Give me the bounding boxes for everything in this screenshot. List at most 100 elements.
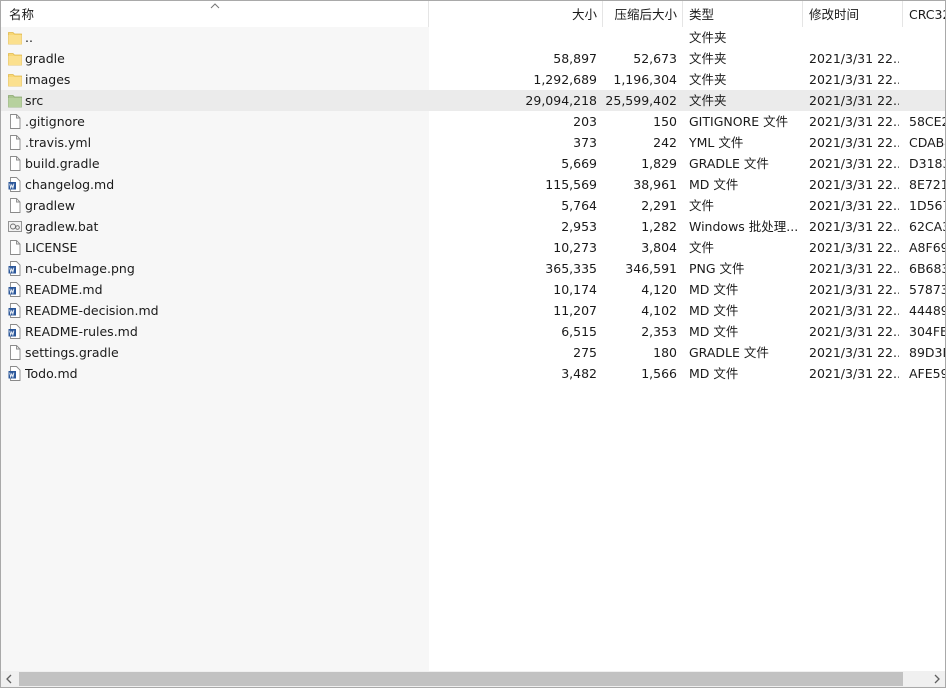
file-row[interactable]: README-rules.md 6,515 2,353 MD 文件 2021/3/31 … (1, 321, 945, 342)
file-name: README-rules.md (25, 324, 138, 339)
file-size: 29,094,218 (525, 93, 597, 108)
file-packed-size: 150 (653, 114, 677, 129)
word-doc-icon (8, 303, 22, 318)
file-modified: 2021/3/31 22... (809, 303, 899, 318)
horizontal-scrollbar[interactable] (1, 671, 945, 687)
column-header-name[interactable]: 名称 (9, 1, 209, 27)
file-row[interactable]: Todo.md 3,482 1,566 MD 文件 2021/3/31 22... AFE… (1, 363, 945, 384)
file-size: 6,515 (561, 324, 597, 339)
column-header-modified[interactable]: 修改时间 (809, 1, 899, 27)
file-packed-size: 1,282 (641, 219, 677, 234)
file-modified: 2021/3/31 22... (809, 240, 899, 255)
file-row[interactable]: LICENSE 10,273 3,804 文件 2021/3/31 22... A8F69 (1, 237, 945, 258)
file-row[interactable]: images 1,292,689 1,196,304 文件夹 2021/3/31 22.… (1, 69, 945, 90)
file-packed-size: 242 (653, 135, 677, 150)
column-divider[interactable] (602, 1, 603, 27)
file-size: 10,273 (553, 240, 597, 255)
file-type: 文件夹 (689, 93, 727, 108)
file-size: 275 (573, 345, 597, 360)
file-row[interactable]: settings.gradle 275 180 GRADLE 文件 2021/3/31 … (1, 342, 945, 363)
file-name: LICENSE (25, 240, 78, 255)
file-packed-size: 1,566 (641, 366, 677, 381)
column-divider[interactable] (802, 1, 803, 27)
word-doc-icon (8, 324, 22, 339)
file-modified: 2021/3/31 22... (809, 114, 899, 129)
file-size: 2,953 (561, 219, 597, 234)
file-list: .. 文件夹 gradle 58,897 52,673 文件夹 2021/3/31 22.… (1, 27, 945, 384)
file-crc32 (909, 48, 945, 69)
file-packed-size: 1,829 (641, 156, 677, 171)
file-crc32: A8F69 (909, 240, 945, 255)
file-modified: 2021/3/31 22... (809, 135, 899, 150)
folder-icon (8, 30, 22, 45)
file-icon (8, 345, 22, 360)
file-name: images (25, 72, 71, 87)
file-type: 文件夹 (689, 51, 727, 66)
file-size: 373 (573, 135, 597, 150)
file-crc32 (909, 27, 945, 48)
file-packed-size: 1,196,304 (613, 72, 677, 87)
file-modified: 2021/3/31 22... (809, 72, 899, 87)
file-row[interactable]: n-cubeImage.png 365,335 346,591 PNG 文件 2021/… (1, 258, 945, 279)
file-type: GITIGNORE 文件 (689, 114, 789, 129)
file-row[interactable]: .gitignore 203 150 GITIGNORE 文件 2021/3/31 22… (1, 111, 945, 132)
file-name: settings.gradle (25, 345, 119, 360)
file-size: 5,764 (561, 198, 597, 213)
file-type: 文件 (689, 240, 715, 255)
file-row[interactable]: gradlew 5,764 2,291 文件 2021/3/31 22... 1D567 (1, 195, 945, 216)
file-name: gradlew.bat (25, 219, 99, 234)
sort-ascending-icon (210, 3, 220, 9)
file-row[interactable]: src 29,094,218 25,599,402 文件夹 2021/3/31 22..… (1, 90, 945, 111)
file-modified: 2021/3/31 22... (809, 198, 899, 213)
column-divider[interactable] (682, 1, 683, 27)
file-crc32: 62CA3 (909, 219, 945, 234)
file-row[interactable]: .. 文件夹 (1, 27, 945, 48)
scroll-right-icon[interactable] (928, 671, 945, 687)
column-header-type[interactable]: 类型 (689, 1, 799, 27)
file-crc32: D3183 (909, 156, 945, 171)
file-name: Todo.md (25, 366, 78, 381)
batch-file-icon (8, 219, 22, 234)
file-size: 1,292,689 (533, 72, 597, 87)
column-header-size[interactable]: 大小 (431, 1, 597, 27)
file-modified: 2021/3/31 22... (809, 366, 899, 381)
column-divider[interactable] (428, 1, 429, 27)
file-name: build.gradle (25, 156, 100, 171)
file-crc32: 57873 (909, 282, 945, 297)
file-size: 365,335 (545, 261, 597, 276)
word-doc-icon (8, 261, 22, 276)
file-type: GRADLE 文件 (689, 156, 769, 171)
file-crc32: AFE59 (909, 366, 945, 381)
file-packed-size: 4,120 (641, 282, 677, 297)
file-name: .gitignore (25, 114, 85, 129)
file-row[interactable]: gradlew.bat 2,953 1,282 Windows 批处理... 2021/… (1, 216, 945, 237)
file-icon (8, 135, 22, 150)
file-row[interactable]: .travis.yml 373 242 YML 文件 2021/3/31 22... CD… (1, 132, 945, 153)
file-modified: 2021/3/31 22... (809, 261, 899, 276)
file-row[interactable]: gradle 58,897 52,673 文件夹 2021/3/31 22... (1, 48, 945, 69)
file-row[interactable]: README.md 10,174 4,120 MD 文件 2021/3/31 22...… (1, 279, 945, 300)
file-type: 文件 (689, 198, 715, 213)
file-size: 10,174 (553, 282, 597, 297)
file-type: PNG 文件 (689, 261, 745, 276)
column-divider[interactable] (902, 1, 903, 27)
file-crc32: 89D3E (909, 345, 945, 360)
file-name: README.md (25, 282, 103, 297)
file-modified: 2021/3/31 22... (809, 93, 899, 108)
file-row[interactable]: changelog.md 115,569 38,961 MD 文件 2021/3/31 … (1, 174, 945, 195)
file-name: gradlew (25, 198, 76, 213)
column-header-packed-size[interactable]: 压缩后大小 (605, 1, 677, 27)
file-size: 58,897 (553, 51, 597, 66)
file-row[interactable]: README-decision.md 11,207 4,102 MD 文件 2021/3… (1, 300, 945, 321)
file-size: 11,207 (553, 303, 597, 318)
scrollbar-thumb[interactable] (19, 672, 903, 686)
file-name: .travis.yml (25, 135, 92, 150)
scroll-left-icon[interactable] (1, 671, 18, 687)
folder-icon (8, 93, 22, 108)
folder-icon (8, 72, 22, 87)
file-type: 文件夹 (689, 72, 727, 87)
file-crc32 (909, 90, 945, 111)
file-modified (809, 27, 899, 48)
file-row[interactable]: build.gradle 5,669 1,829 GRADLE 文件 2021/3/31… (1, 153, 945, 174)
column-header-crc32[interactable]: CRC32 (909, 1, 945, 27)
